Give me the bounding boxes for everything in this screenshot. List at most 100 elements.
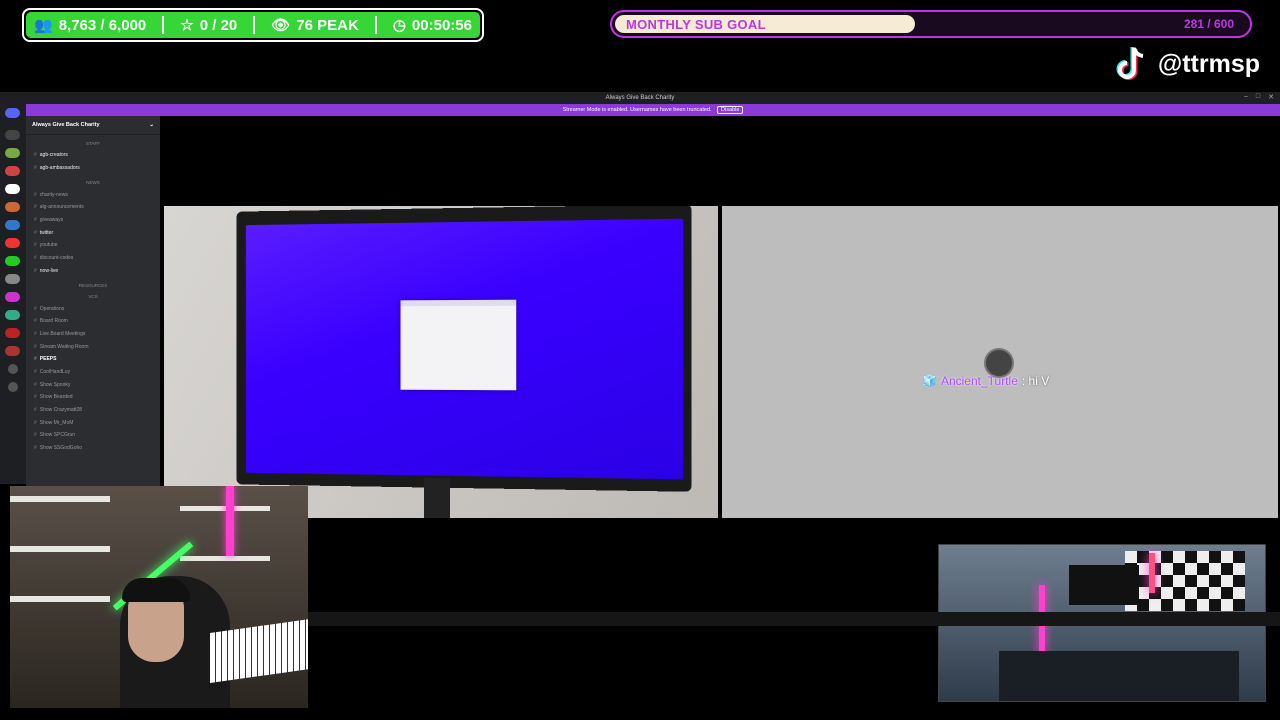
channel-item[interactable]: # Show SSGodGoho (26, 442, 160, 455)
channel-item[interactable]: # now-live (26, 265, 160, 278)
channel-item[interactable]: # PEEPS (26, 353, 160, 366)
channel-name: Show Bearded (40, 394, 73, 400)
channel-item[interactable]: # Show Crazymatt28 (26, 404, 160, 417)
channel-name: giveaways (40, 217, 63, 223)
minimize-button[interactable]: – (1244, 93, 1248, 101)
server-icon[interactable] (5, 328, 20, 338)
banner-text: Streamer Mode is enabled. Usernames have… (563, 107, 712, 113)
hash-icon: # (34, 331, 37, 337)
category-news[interactable]: NEWS (26, 180, 160, 185)
star-icon: ☆ (180, 16, 193, 34)
channel-name: agb-ambassadors (40, 165, 80, 171)
channel-item[interactable]: # discount-codes (26, 252, 160, 265)
hash-icon: # (34, 445, 37, 451)
stars-value: 0 / 20 (200, 17, 238, 34)
channel-name: Show SSGodGoho (40, 445, 82, 451)
eye-icon: 👁 (271, 16, 290, 34)
video-tile-chat[interactable]: 🧊 Ancient_Turtle : hi V (722, 206, 1278, 518)
monitor-image (236, 206, 691, 492)
channel-item[interactable]: # CoolHandLuy (26, 366, 160, 379)
server-icon[interactable] (5, 220, 20, 230)
server-icon[interactable] (5, 238, 20, 248)
channel-item[interactable]: # agb-ambassadors (26, 162, 160, 175)
badge-icon: 🧊 (922, 374, 937, 388)
channel-item[interactable]: # Show Mr_MoM (26, 416, 160, 429)
server-icon[interactable] (5, 130, 20, 140)
category-resources[interactable]: RESOURCES (26, 283, 160, 288)
timer-value: 00:50:56 (412, 17, 472, 34)
channel-name: Show Spooky (40, 382, 71, 388)
window-title: Always Give Back Charity (606, 95, 675, 101)
server-icon[interactable] (5, 274, 20, 284)
discord-title-bar: Always Give Back Charity (0, 92, 1280, 104)
goal-label: MONTHLY SUB GOAL (626, 17, 766, 32)
channel-item[interactable]: # Show Spooky (26, 378, 160, 391)
channel-item[interactable]: # giveaways (26, 214, 160, 227)
hash-icon: # (34, 420, 37, 426)
hash-icon: # (34, 204, 37, 210)
category-vcs[interactable]: VCS (26, 294, 160, 299)
server-header[interactable]: Always Give Back Charity ⌄ (26, 116, 160, 135)
discord-main-area (160, 116, 1280, 216)
server-icon[interactable] (5, 184, 20, 194)
server-icon[interactable] (5, 166, 20, 176)
hash-icon: # (34, 306, 37, 312)
channel-item[interactable]: # charity-news (26, 188, 160, 201)
channel-name: Show SPCGrun (40, 432, 75, 438)
channel-item[interactable]: # Stream Waiting Room (26, 340, 160, 353)
peak-stat: 👁 76 PEAK (271, 16, 359, 34)
add-server-icon[interactable] (8, 364, 18, 374)
channel-name: charity-news (40, 192, 68, 198)
channel-name: PEEPS (40, 356, 57, 362)
server-name: Always Give Back Charity (32, 122, 100, 128)
server-icon[interactable] (5, 202, 20, 212)
channel-item[interactable]: # agb-creators (26, 149, 160, 162)
channel-item[interactable]: # Live Board Meetings (26, 328, 160, 341)
installer-dialog-image (401, 300, 517, 391)
horizontal-scrollbar[interactable] (308, 612, 1280, 626)
chevron-down-icon: ⌄ (149, 122, 154, 128)
hash-icon: # (34, 407, 37, 413)
stream-overlay: { "stats": { "followers": "8,763 / 6,000… (0, 0, 1280, 720)
chat-message: 🧊 Ancient_Turtle : hi V (922, 374, 1049, 388)
tiktok-handle-overlay: @ttrmsp (1114, 46, 1260, 82)
channel-item[interactable]: # youtube (26, 239, 160, 252)
server-icon[interactable] (5, 292, 20, 302)
chat-username: Ancient_Turtle (941, 374, 1018, 388)
hash-icon: # (34, 432, 37, 438)
followers-stat: 👥 8,763 / 6,000 (34, 16, 146, 34)
explore-icon[interactable] (8, 382, 18, 392)
followers-value: 8,763 / 6,000 (59, 17, 147, 34)
video-tile-monitor[interactable] (164, 206, 718, 518)
channel-item[interactable]: # Operations (26, 302, 160, 315)
channel-item[interactable]: # Show SPCGrun (26, 429, 160, 442)
channel-name: now-live (40, 268, 58, 274)
tiktok-username: @ttrmsp (1158, 50, 1260, 79)
hash-icon: # (34, 356, 37, 362)
close-button[interactable]: ✕ (1268, 93, 1274, 101)
channel-sidebar: Always Give Back Charity ⌄ STAFF # agb-cr… (26, 116, 160, 486)
people-icon: 👥 (34, 16, 53, 34)
channel-item[interactable]: # Show Bearded (26, 391, 160, 404)
maximize-button[interactable]: □ (1256, 93, 1260, 101)
hash-icon: # (34, 217, 37, 223)
channel-item[interactable]: # alg-announcements (26, 201, 160, 214)
sub-goal-bar: MONTHLY SUB GOAL 281 / 600 (610, 10, 1252, 38)
disable-button[interactable]: Disable (717, 106, 743, 114)
channel-item[interactable]: # Board Room (26, 315, 160, 328)
server-icon[interactable] (5, 148, 20, 158)
server-icon[interactable] (5, 256, 20, 266)
stats-bar: 👥 8,763 / 6,000 ☆ 0 / 20 👁 76 PEAK ◷ 00:… (22, 8, 484, 42)
tiktok-icon (1114, 46, 1148, 82)
server-list (0, 104, 26, 484)
discord-home-icon[interactable] (5, 108, 20, 118)
server-icon[interactable] (5, 310, 20, 320)
webcam-streamer (10, 486, 308, 708)
hash-icon: # (34, 382, 37, 388)
channel-name: Show Mr_MoM (40, 420, 74, 426)
server-icon[interactable] (5, 346, 20, 356)
channel-item[interactable]: # twitter (26, 226, 160, 239)
channel-name: discount-codes (40, 255, 74, 261)
hash-icon: # (34, 318, 37, 324)
category-staff[interactable]: STAFF (26, 141, 160, 146)
